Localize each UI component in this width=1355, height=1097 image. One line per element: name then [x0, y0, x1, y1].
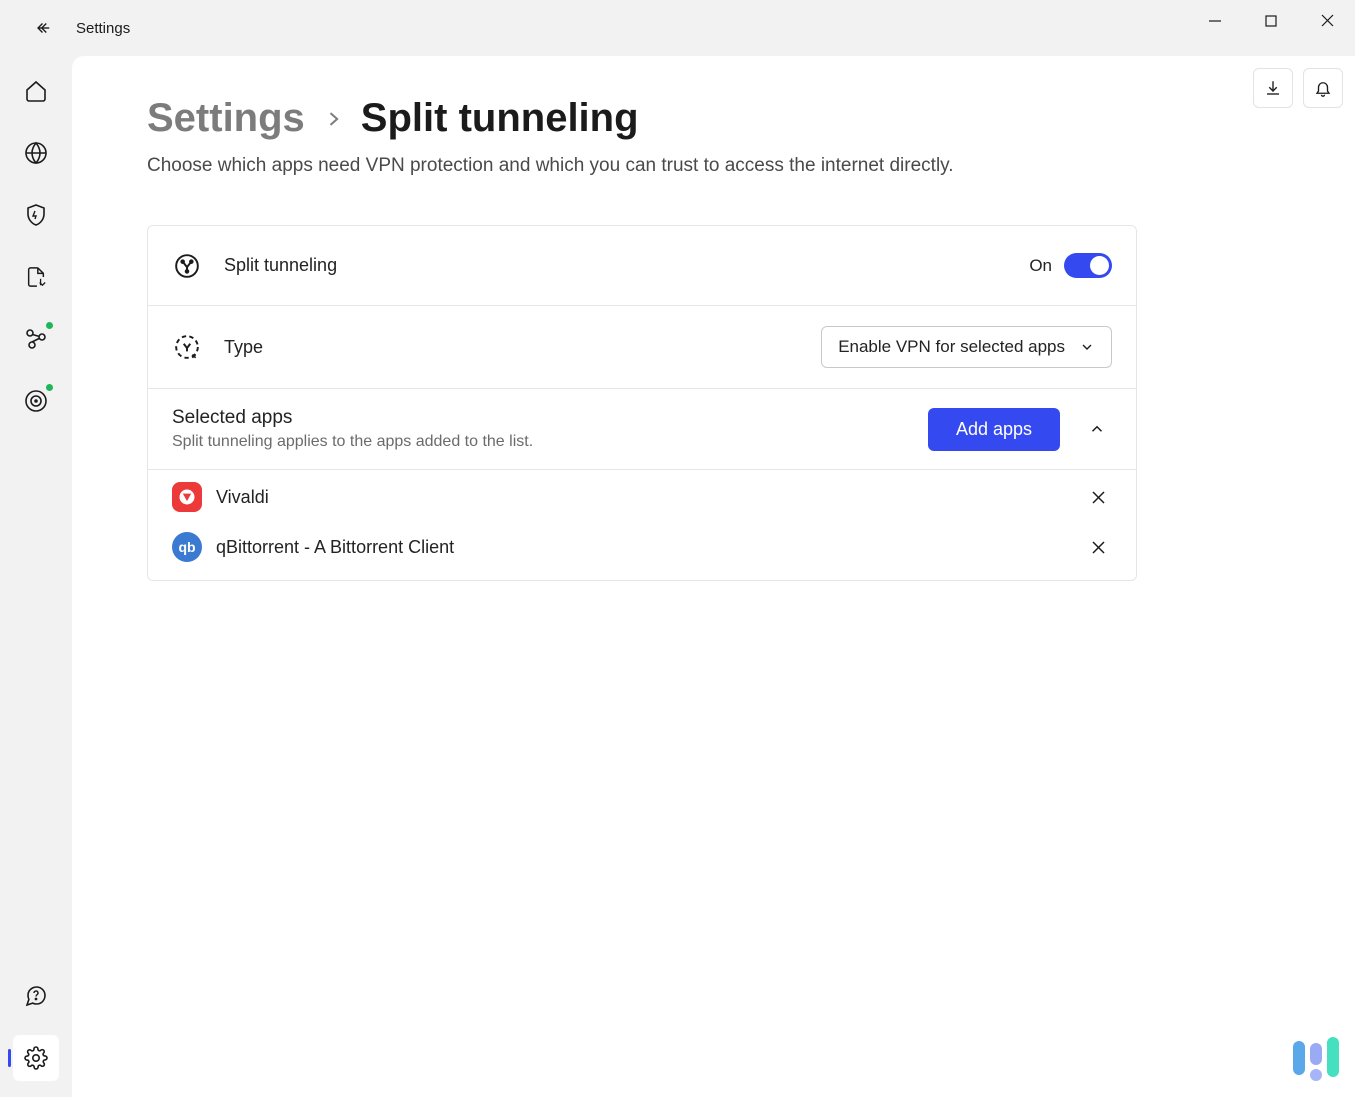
top-actions: [1253, 68, 1343, 108]
toggle-state-label: On: [1029, 256, 1052, 276]
page-subtitle: Choose which apps need VPN protection an…: [147, 155, 1280, 177]
maximize-icon: [1265, 15, 1277, 27]
app-row: qb qBittorrent - A Bittorrent Client: [148, 524, 1136, 580]
back-button[interactable]: [28, 12, 60, 44]
type-select[interactable]: Enable VPN for selected apps: [821, 326, 1112, 368]
maximize-button[interactable]: [1243, 0, 1299, 41]
home-icon: [24, 79, 48, 103]
globe-icon: [24, 141, 48, 165]
split-tunneling-label: Split tunneling: [224, 255, 337, 276]
app-icon-vivaldi: [172, 482, 202, 512]
file-arrow-icon: [25, 265, 47, 289]
selected-apps-desc: Split tunneling applies to the apps adde…: [172, 433, 533, 451]
download-icon: [1264, 79, 1282, 97]
breadcrumb-parent[interactable]: Settings: [147, 96, 305, 141]
decorative-bars: [1293, 1029, 1339, 1081]
breadcrumb: Settings Split tunneling: [147, 96, 1280, 141]
type-label: Type: [224, 337, 263, 358]
type-selected-value: Enable VPN for selected apps: [838, 337, 1065, 357]
app-icon-qbittorrent: qb: [172, 532, 202, 562]
app-name: Vivaldi: [216, 487, 269, 508]
remove-app-button[interactable]: [1084, 483, 1112, 511]
chevron-right-icon: [323, 105, 343, 133]
app-row: Vivaldi: [148, 470, 1136, 524]
close-icon: [1321, 14, 1334, 27]
selected-apps-header: Selected apps Split tunneling applies to…: [148, 389, 1136, 470]
sidebar-item-shield[interactable]: [13, 192, 59, 238]
sidebar-item-home[interactable]: [13, 68, 59, 114]
collapse-button[interactable]: [1082, 414, 1112, 444]
sidebar-item-target[interactable]: [13, 378, 59, 424]
app-name: qBittorrent - A Bittorrent Client: [216, 537, 454, 558]
title-bar: Settings: [0, 0, 1355, 56]
download-button[interactable]: [1253, 68, 1293, 108]
sidebar-item-settings[interactable]: [13, 1035, 59, 1081]
sidebar-item-globe[interactable]: [13, 130, 59, 176]
network-icon: [24, 327, 48, 351]
close-button[interactable]: [1299, 0, 1355, 41]
arrow-left-icon: [35, 19, 53, 37]
help-icon: [24, 984, 48, 1008]
selected-apps-title: Selected apps: [172, 407, 533, 429]
sidebar-item-file[interactable]: [13, 254, 59, 300]
chevron-down-icon: [1079, 339, 1095, 355]
status-dot-icon: [45, 383, 54, 392]
sidebar-item-network[interactable]: [13, 316, 59, 362]
main-panel: Settings Split tunneling Choose which ap…: [72, 56, 1355, 1097]
split-tunneling-icon: [172, 251, 202, 281]
close-icon: [1092, 491, 1105, 504]
type-icon: [172, 332, 202, 362]
sidebar: [0, 56, 72, 1097]
split-tunneling-toggle[interactable]: [1064, 253, 1112, 278]
chevron-up-icon: [1088, 420, 1106, 438]
gear-icon: [24, 1046, 48, 1070]
bell-icon: [1314, 79, 1332, 97]
breadcrumb-current: Split tunneling: [361, 96, 639, 141]
split-tunneling-row: Split tunneling On: [148, 226, 1136, 306]
sidebar-item-help[interactable]: [13, 973, 59, 1019]
close-icon: [1092, 541, 1105, 554]
settings-card: Split tunneling On Type Enable VPN for s…: [147, 225, 1137, 581]
type-row: Type Enable VPN for selected apps: [148, 306, 1136, 389]
window-controls: [1187, 0, 1355, 56]
notifications-button[interactable]: [1303, 68, 1343, 108]
minimize-icon: [1209, 15, 1221, 27]
add-apps-button[interactable]: Add apps: [928, 408, 1060, 451]
status-dot-icon: [45, 321, 54, 330]
target-icon: [24, 389, 48, 413]
minimize-button[interactable]: [1187, 0, 1243, 41]
remove-app-button[interactable]: [1084, 533, 1112, 561]
window-title: Settings: [76, 20, 130, 37]
shield-icon: [24, 203, 48, 227]
